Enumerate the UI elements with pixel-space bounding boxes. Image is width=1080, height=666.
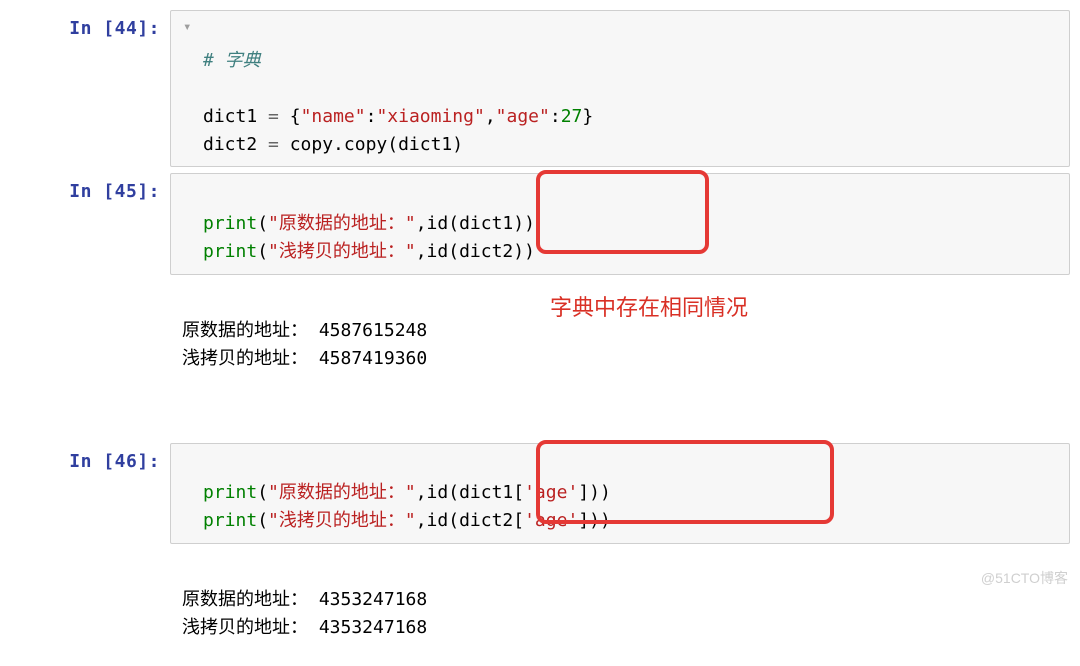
- prompt-44: In [44]:: [10, 10, 170, 167]
- highlight-box-1: [536, 170, 709, 254]
- output-text-46: 原数据的地址： 4353247168 浅拷贝的地址： 4353247168: [170, 550, 1070, 650]
- output-45: 原数据的地址： 4587615248 浅拷贝的地址： 4587419360 字典…: [10, 281, 1070, 436]
- output-text-45: 原数据的地址： 4587615248 浅拷贝的地址： 4587419360 字典…: [170, 281, 1070, 436]
- fold-toggle-icon[interactable]: ▾: [183, 19, 203, 158]
- watermark: @51CTO博客: [981, 568, 1068, 588]
- output-46: 原数据的地址： 4353247168 浅拷贝的地址： 4353247168: [10, 550, 1070, 650]
- prompt-46: In [46]:: [10, 443, 170, 545]
- prompt-45: In [45]:: [10, 173, 170, 275]
- code-input-44[interactable]: ▾ # 字典 dict1 = {"name":"xiaoming","age":…: [170, 10, 1070, 167]
- code-input-46[interactable]: ▾ print("原数据的地址：",id(dict1['age'])) prin…: [170, 443, 1070, 545]
- comment: # 字典: [203, 50, 261, 71]
- cell-44: In [44]: ▾ # 字典 dict1 = {"name":"xiaomin…: [10, 10, 1070, 167]
- annotation-text: 字典中存在相同情况: [550, 291, 748, 325]
- cell-46: In [46]: ▾ print("原数据的地址：",id(dict1['age…: [10, 443, 1070, 545]
- code-input-45[interactable]: ▾ print("原数据的地址：",id(dict1)) print("浅拷贝的…: [170, 173, 1070, 275]
- cell-45: In [45]: ▾ print("原数据的地址：",id(dict1)) pr…: [10, 173, 1070, 275]
